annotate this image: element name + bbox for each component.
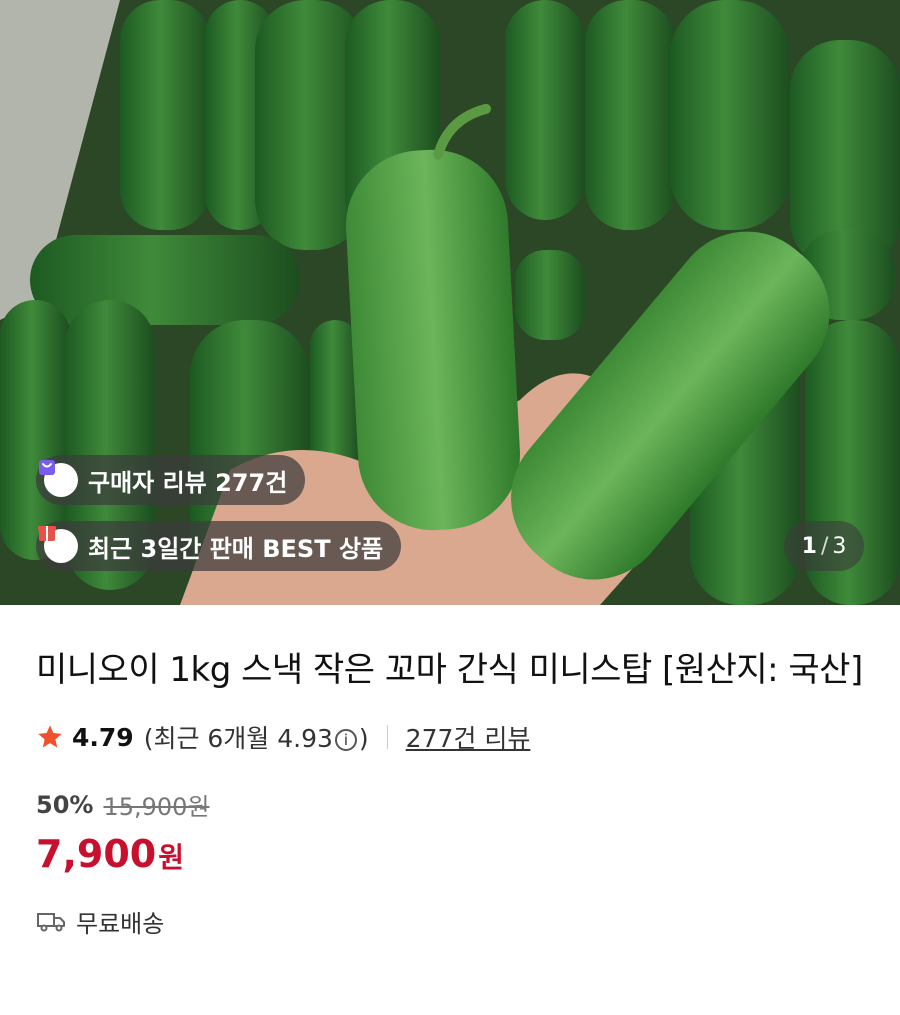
shipping-row: 무료배송: [36, 904, 864, 939]
rating-row: 4.79 (최근 6개월 4.93 i) 277건 리뷰: [36, 719, 864, 755]
image-counter-total: 3: [832, 533, 847, 559]
discount-row: 50% 15,900원: [36, 787, 864, 822]
gift-box-icon: [38, 526, 78, 563]
sale-price-row: 7,900 원: [36, 832, 864, 876]
review-count-badge: 구매자 리뷰 277건: [36, 455, 306, 505]
cucumber-photo: [0, 0, 900, 605]
recent-rating-prefix: (최근 6개월 4.93: [143, 724, 333, 753]
review-count-badge-label: 구매자 리뷰 277건: [88, 468, 288, 497]
recent-rating: (최근 6개월 4.93 i): [144, 719, 369, 755]
product-title: 미니오이 1kg 스낵 작은 꼬마 간식 미니스탑 [원산지: 국산]: [36, 650, 863, 690]
rating-divider: [386, 725, 388, 749]
review-count-link[interactable]: 277건 리뷰: [406, 719, 531, 755]
discount-rate: 50%: [36, 790, 94, 819]
best-seller-badge-label: 최근 3일간 판매 BEST 상품: [88, 534, 384, 563]
image-counter-current: 1: [801, 533, 817, 559]
delivery-truck-icon: [37, 912, 65, 931]
shipping-label: 무료배송: [76, 910, 165, 938]
image-counter-separator: /: [820, 533, 829, 559]
image-counter: 1 / 3: [784, 521, 864, 571]
product-info: 미니오이 1kg 스낵 작은 꼬마 간식 미니스탑 [원산지: 국산] 4.79…: [0, 605, 900, 939]
best-seller-badge: 최근 3일간 판매 BEST 상품: [36, 521, 402, 571]
rating-score: 4.79: [72, 722, 134, 752]
product-image[interactable]: 구매자 리뷰 277건 최근 3일간 판매 BEST 상품 1 / 3: [0, 0, 900, 605]
star-icon: [38, 725, 62, 748]
info-icon[interactable]: i: [334, 729, 357, 751]
currency-unit: 원: [158, 841, 184, 874]
sale-price: 7,900: [36, 832, 157, 876]
recent-rating-suffix: ): [358, 724, 369, 753]
original-price: 15,900원: [103, 793, 210, 821]
shopping-bag-icon: [39, 460, 78, 497]
